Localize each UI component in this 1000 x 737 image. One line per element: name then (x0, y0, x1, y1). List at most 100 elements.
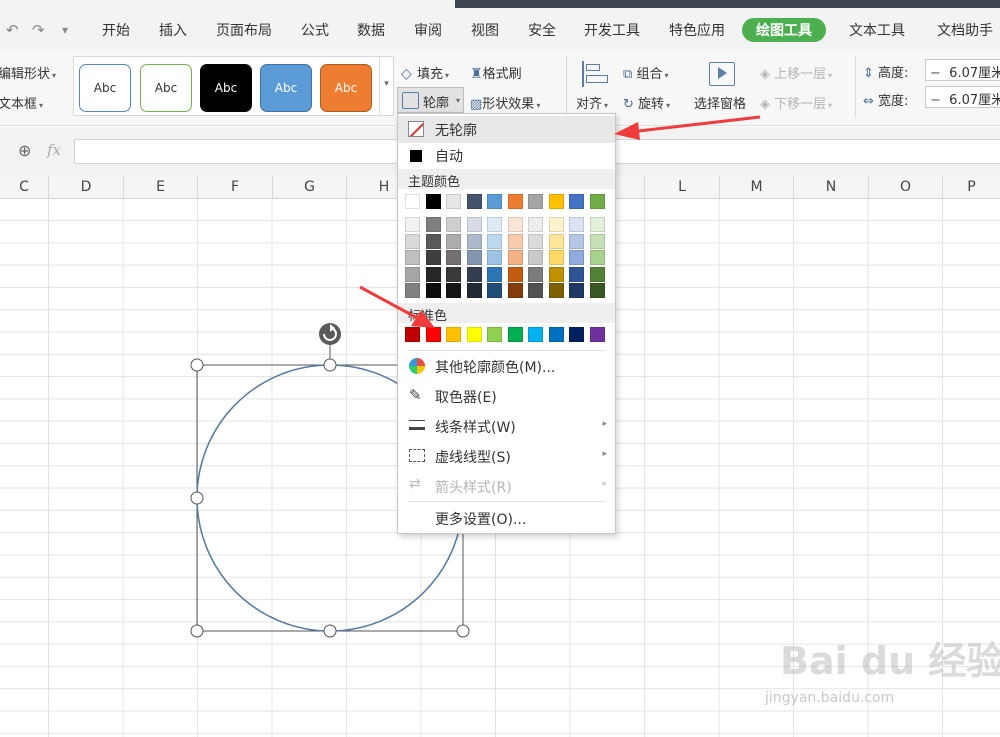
quick-access-more-icon[interactable]: ▾ (62, 23, 68, 37)
redo-icon[interactable]: ↷ (32, 21, 45, 39)
tab-text-tools[interactable]: 文本工具 (849, 20, 905, 40)
theme-color-swatch[interactable] (548, 194, 564, 209)
theme-color-shade-swatch[interactable] (507, 283, 523, 298)
tab-review[interactable]: 审阅 (414, 20, 442, 40)
theme-color-swatch[interactable] (528, 194, 543, 209)
theme-color-shade-swatch[interactable] (466, 283, 482, 298)
theme-color-swatch[interactable] (466, 194, 482, 209)
theme-color-shade-swatch[interactable] (425, 266, 441, 282)
theme-color-shade-swatch[interactable] (466, 266, 482, 282)
fill-button[interactable]: ◇ 填充 ▾ (401, 63, 449, 82)
auto-color-item[interactable]: 自动 (398, 142, 615, 169)
gallery-expand-icon[interactable]: ▾ (379, 57, 393, 115)
theme-color-shade-swatch[interactable] (528, 266, 543, 282)
theme-color-shade-swatch[interactable] (466, 250, 482, 265)
outline-button[interactable]: 轮廓 ▾ (397, 87, 464, 113)
theme-color-swatch[interactable] (425, 194, 441, 209)
send-backward-button[interactable]: ◈ 下移一层 ▾ (760, 93, 832, 112)
theme-color-shade-swatch[interactable] (548, 233, 564, 249)
theme-color-shade-swatch[interactable] (589, 250, 605, 265)
theme-color-shade-swatch[interactable] (487, 233, 502, 249)
theme-color-swatch[interactable] (569, 194, 584, 209)
theme-color-shade-swatch[interactable] (487, 217, 502, 232)
theme-color-shade-swatch[interactable] (528, 217, 543, 232)
theme-color-swatch[interactable] (446, 194, 461, 209)
dash-type-item[interactable]: 虚线线型(S) ▸ (398, 443, 615, 470)
edit-shape-button[interactable]: 编辑形状 ▾ (0, 63, 56, 82)
resize-handle-br[interactable] (456, 624, 470, 638)
col-d[interactable]: D (49, 175, 124, 199)
tab-developer[interactable]: 开发工具 (584, 20, 640, 40)
eyedropper-item[interactable]: ✎ 取色器(E) (398, 383, 615, 410)
tab-drawing-tools[interactable]: 绘图工具 (742, 18, 826, 42)
more-settings-item[interactable]: 更多设置(O)... (398, 505, 615, 532)
more-outline-colors-item[interactable]: 其他轮廓颜色(M)... (398, 353, 615, 380)
theme-color-shade-swatch[interactable] (589, 217, 605, 232)
theme-color-shade-swatch[interactable] (405, 217, 420, 232)
tab-special[interactable]: 特色应用 (669, 20, 725, 40)
theme-color-swatch[interactable] (507, 194, 523, 209)
width-input[interactable]: − 6.07厘米 (925, 86, 1000, 108)
theme-color-shade-swatch[interactable] (446, 250, 461, 265)
theme-color-shade-swatch[interactable] (425, 250, 441, 265)
theme-color-shade-swatch[interactable] (569, 266, 584, 282)
theme-color-shade-swatch[interactable] (487, 283, 502, 298)
fx-icon[interactable]: fx (47, 141, 61, 159)
theme-color-shade-swatch[interactable] (507, 233, 523, 249)
style-swatch-green-outline[interactable]: Abc (140, 64, 192, 112)
format-painter-button[interactable]: ♜格式刷 (470, 63, 522, 82)
theme-color-swatch[interactable] (405, 194, 420, 209)
style-swatch-black[interactable]: Abc (200, 64, 252, 112)
theme-color-shade-swatch[interactable] (405, 233, 420, 249)
standard-color-swatch[interactable] (466, 327, 482, 342)
theme-color-shade-swatch[interactable] (507, 266, 523, 282)
theme-color-shade-swatch[interactable] (425, 233, 441, 249)
theme-color-shade-swatch[interactable] (466, 233, 482, 249)
theme-color-shade-swatch[interactable] (466, 217, 482, 232)
theme-color-shade-swatch[interactable] (528, 283, 543, 298)
tab-doc-assistant[interactable]: 文档助手 (937, 20, 993, 40)
standard-color-swatch[interactable] (569, 327, 584, 342)
theme-color-shade-swatch[interactable] (528, 233, 543, 249)
theme-color-shade-swatch[interactable] (548, 217, 564, 232)
line-style-item[interactable]: 线条样式(W) ▸ (398, 413, 615, 440)
theme-color-swatch[interactable] (487, 194, 502, 209)
tab-formula[interactable]: 公式 (301, 20, 329, 40)
tab-security[interactable]: 安全 (528, 20, 556, 40)
standard-color-swatch[interactable] (487, 327, 502, 342)
rotate-handle-icon[interactable] (319, 323, 341, 345)
theme-color-shade-swatch[interactable] (589, 233, 605, 249)
style-swatch-blue[interactable]: Abc (260, 64, 312, 112)
tab-page-layout[interactable]: 页面布局 (216, 20, 272, 40)
resize-handle-l[interactable] (190, 491, 204, 505)
theme-color-shade-swatch[interactable] (548, 283, 564, 298)
theme-color-shade-swatch[interactable] (589, 283, 605, 298)
arrow-style-item[interactable]: ⇄ 箭头样式(R) ▸ (398, 473, 615, 500)
theme-color-shade-swatch[interactable] (507, 217, 523, 232)
theme-color-shade-swatch[interactable] (405, 250, 420, 265)
no-outline-item[interactable]: 无轮廓 (398, 116, 615, 143)
group-button[interactable]: ⧉ 组合 ▾ (623, 63, 668, 82)
theme-color-shade-swatch[interactable] (446, 217, 461, 232)
theme-color-shade-swatch[interactable] (569, 233, 584, 249)
tab-data[interactable]: 数据 (357, 20, 385, 40)
theme-color-swatch[interactable] (589, 194, 605, 209)
shape-effects-button[interactable]: ▨形状效果 ▾ (470, 93, 540, 112)
col-e[interactable]: E (124, 175, 198, 199)
theme-color-shade-swatch[interactable] (548, 266, 564, 282)
theme-color-shade-swatch[interactable] (446, 233, 461, 249)
col-c[interactable]: C (0, 175, 49, 199)
standard-color-swatch[interactable] (507, 327, 523, 342)
theme-color-shade-swatch[interactable] (487, 266, 502, 282)
col-p[interactable]: P (943, 175, 1000, 199)
tab-view[interactable]: 视图 (471, 20, 499, 40)
theme-color-shade-swatch[interactable] (425, 217, 441, 232)
style-swatch-orange[interactable]: Abc (320, 64, 372, 112)
style-swatch-blue-outline[interactable]: Abc (79, 64, 131, 112)
zoom-icon[interactable]: ⊕ (18, 141, 31, 160)
tab-insert[interactable]: 插入 (159, 20, 187, 40)
undo-icon[interactable]: ↶ (6, 21, 19, 39)
resize-handle-t[interactable] (323, 358, 337, 372)
theme-color-shade-swatch[interactable] (569, 283, 584, 298)
height-input[interactable]: − 6.07厘米 (925, 59, 1000, 81)
